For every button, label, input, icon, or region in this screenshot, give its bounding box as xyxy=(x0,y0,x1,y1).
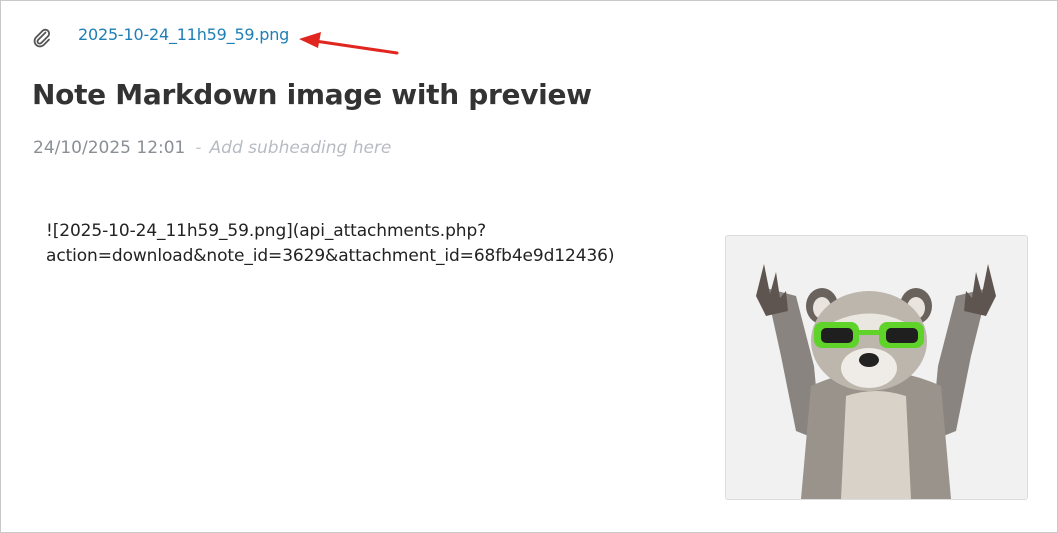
raccoon-image xyxy=(726,236,1027,499)
meta-separator: - xyxy=(195,138,202,158)
red-arrow-icon xyxy=(299,32,399,55)
note-body[interactable]: ![2025-10-24_11h59_59.png](api_attachmen… xyxy=(46,219,686,269)
note-date: 24/10/2025 12:01 xyxy=(33,138,186,158)
attachment-link[interactable]: 2025-10-24_11h59_59.png xyxy=(78,25,289,44)
image-preview[interactable] xyxy=(725,235,1028,500)
markdown-line: ![2025-10-24_11h59_59.png](api_attachmen… xyxy=(46,221,487,241)
note-meta: 24/10/2025 12:01- Add subheading here xyxy=(33,138,391,158)
paperclip-icon xyxy=(32,27,52,49)
note-title[interactable]: Note Markdown image with preview xyxy=(32,78,592,111)
note-container: 2025-10-24_11h59_59.png Note Markdown im… xyxy=(0,0,1058,533)
markdown-line: action=download&note_id=3629&attachment_… xyxy=(46,246,615,266)
subheading-input[interactable]: Add subheading here xyxy=(210,138,392,158)
